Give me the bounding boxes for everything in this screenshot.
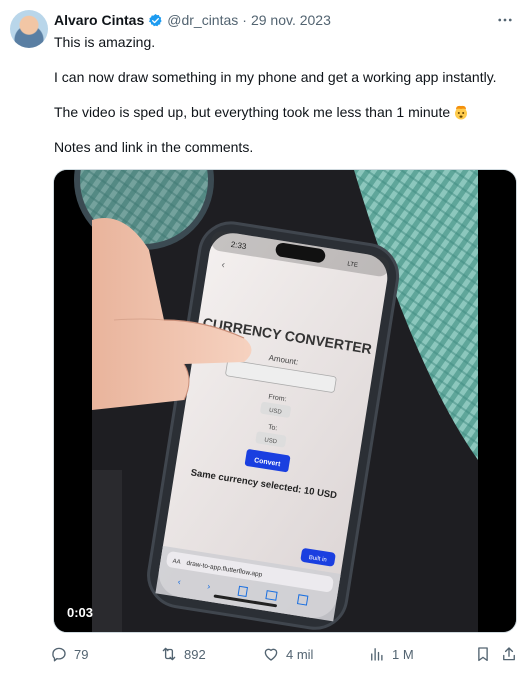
like-button[interactable]: 4 mil: [262, 645, 313, 663]
tweet-text-line-3: The video is sped up, but everything too…: [54, 103, 511, 121]
bookmark-button[interactable]: [474, 645, 492, 663]
tweet-date[interactable]: 29 nov. 2023: [251, 12, 331, 28]
action-bar: 79 892 4 mil 1 M: [50, 643, 517, 665]
author-handle[interactable]: @dr_cintas: [167, 12, 238, 28]
views-button[interactable]: 1 M: [368, 645, 414, 663]
bookmark-icon: [478, 647, 488, 662]
phone-url-prefix: AA: [172, 559, 181, 566]
tweet-text-line-2: I can now draw something in my phone and…: [54, 69, 497, 85]
repost-icon: [162, 647, 176, 661]
tweet-header: Alvaro Cintas @dr_cintas · 29 nov. 2023: [54, 10, 515, 30]
video-frame: 2:33 LTE ‹ CURRENCY CONVERTER Amount: Fr…: [54, 170, 516, 632]
like-count: 4 mil: [286, 646, 314, 662]
views-count: 1 M: [392, 646, 414, 662]
tweet-text-line-1: This is amazing.: [54, 34, 156, 50]
reply-button[interactable]: 79: [50, 645, 88, 663]
more-options-icon[interactable]: [495, 10, 515, 30]
header-separator: ·: [242, 12, 247, 28]
share-icon: [503, 647, 515, 661]
repost-button[interactable]: 892: [160, 645, 206, 663]
tweet-text-line-3-content: The video is sped up, but everything too…: [54, 104, 451, 120]
video-player[interactable]: 2:33 LTE ‹ CURRENCY CONVERTER Amount: Fr…: [53, 169, 517, 633]
share-button[interactable]: [500, 645, 518, 663]
author-name[interactable]: Alvaro Cintas: [54, 12, 144, 28]
phone-to-label: To:: [268, 424, 278, 432]
reply-count: 79: [74, 646, 89, 662]
video-timestamp: 0:03: [67, 605, 94, 620]
exploding-head-emoji-icon: [455, 105, 468, 120]
heart-icon: [264, 648, 278, 661]
repost-count: 892: [184, 646, 206, 662]
verified-badge-icon: [149, 13, 162, 26]
tweet-text-line-4: Notes and link in the comments.: [54, 139, 254, 155]
reply-icon: [52, 647, 66, 662]
avatar[interactable]: [10, 10, 48, 48]
views-chart-icon: [371, 648, 383, 661]
